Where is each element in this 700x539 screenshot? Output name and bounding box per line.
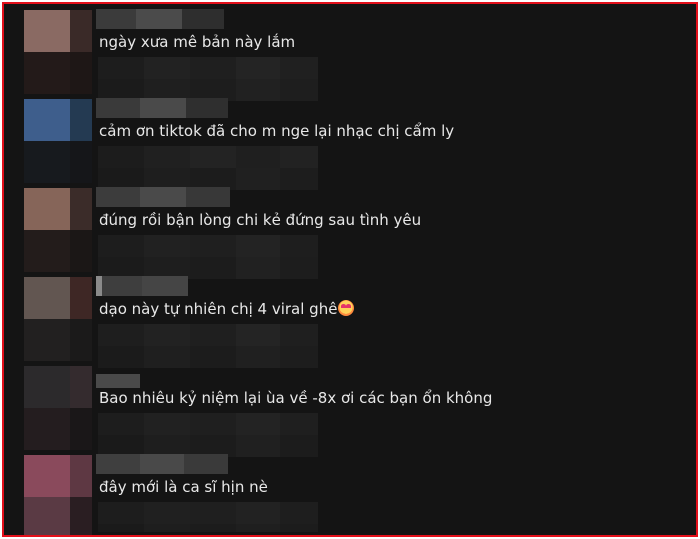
comment-text: đúng rồi bận lòng chi kẻ đứng sau tình y… — [99, 211, 422, 229]
comment-text: Bao nhiêu kỷ niệm lại ùa về -8x ơi các b… — [99, 389, 493, 407]
comment-item: đúng rồi bận lòng chi kẻ đứng sau tình y… — [4, 182, 696, 279]
comment-text: ngày xưa mê bản này lắm — [99, 33, 296, 51]
avatar[interactable] — [24, 277, 92, 361]
smiling-face-with-hearts-emoji — [338, 300, 355, 316]
username-pixelated[interactable] — [96, 187, 230, 207]
username-pixelated[interactable] — [96, 454, 228, 474]
comment-text: cảm ơn tiktok đã cho m nge lại nhạc chị … — [99, 122, 455, 140]
comment-item: cảm ơn tiktok đã cho m nge lại nhạc chị … — [4, 93, 696, 190]
comment-item: đây mới là ca sĩ hịn nè — [4, 449, 696, 535]
comment-text: dạo này tự nhiên chị 4 viral ghê — [99, 298, 355, 320]
comment-text: đây mới là ca sĩ hịn nè — [99, 478, 268, 496]
username-pixelated[interactable] — [96, 276, 188, 296]
avatar[interactable] — [24, 366, 92, 450]
username-pixelated[interactable] — [96, 374, 140, 388]
comment-item: Bao nhiêu kỷ niệm lại ùa về -8x ơi các b… — [4, 360, 696, 457]
comment-item: ngày xưa mê bản này lắm — [4, 4, 696, 101]
username-pixelated[interactable] — [96, 98, 228, 118]
comment-item: dạo này tự nhiên chị 4 viral ghê — [4, 271, 696, 368]
comment-meta-pixelated — [98, 502, 318, 532]
avatar[interactable] — [24, 455, 92, 535]
avatar[interactable] — [24, 188, 92, 272]
avatar[interactable] — [24, 10, 92, 94]
username-pixelated[interactable] — [96, 9, 224, 29]
avatar[interactable] — [24, 99, 92, 183]
comment-list: ngày xưa mê bản này lắm cảm ơn tiktok đã… — [2, 2, 698, 537]
